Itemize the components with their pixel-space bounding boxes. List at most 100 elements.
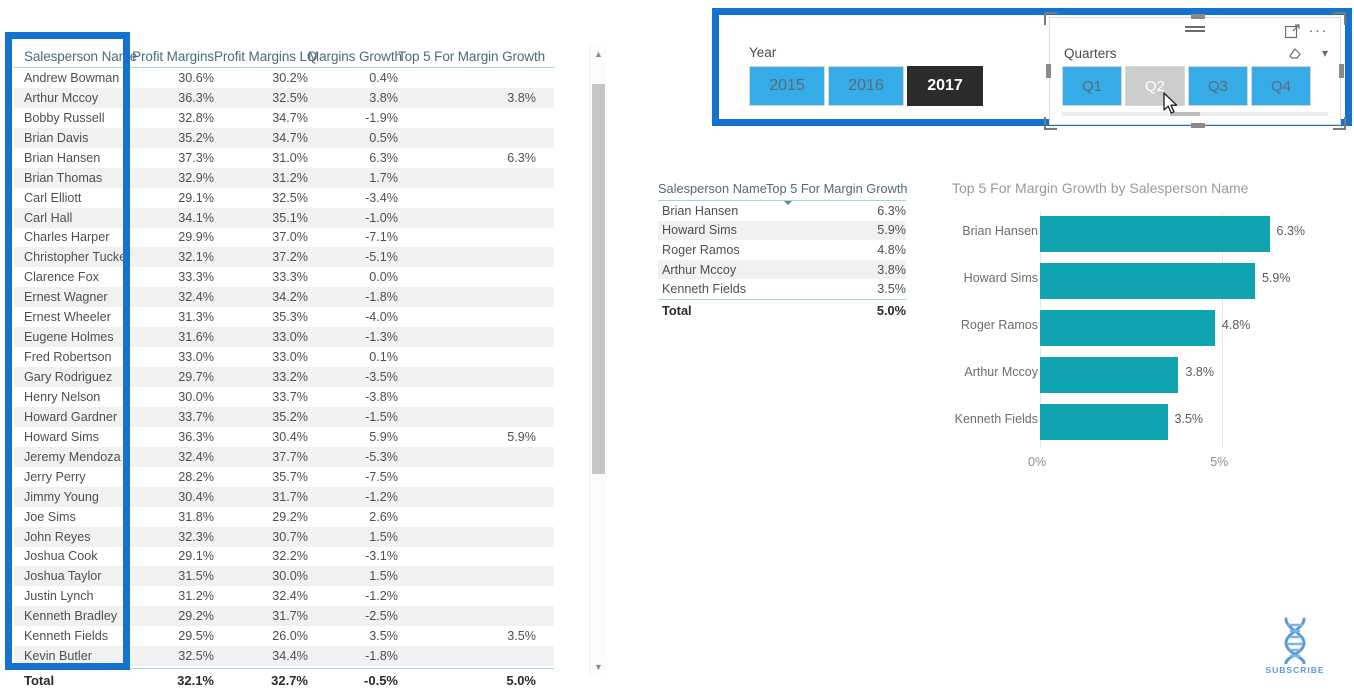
- table-row[interactable]: Brian Thomas 32.9% 31.2% 1.7%: [14, 167, 554, 188]
- top5-margin-growth-bar-chart[interactable]: Top 5 For Margin Growth by Salesperson N…: [940, 172, 1340, 482]
- chart-bar-row[interactable]: Arthur Mccoy 3.8%: [940, 353, 1340, 397]
- table-row[interactable]: Christopher Tucker 32.1% 37.2% -5.1%: [14, 247, 554, 268]
- table-row[interactable]: Carl Hall 34.1% 35.1% -1.0%: [14, 207, 554, 228]
- top5-column-header-value-label: Top 5 For Margin Growth: [766, 181, 908, 196]
- table-row[interactable]: Joe Sims 31.8% 29.2% 2.6%: [14, 507, 554, 527]
- top5-column-header-name[interactable]: Salesperson Name: [658, 181, 767, 196]
- chart-bar-row[interactable]: Roger Ramos 4.8%: [940, 306, 1340, 350]
- column-header-top5-margin-growth[interactable]: Top 5 For Margin Growth: [398, 49, 545, 64]
- chart-bar[interactable]: [1040, 357, 1179, 393]
- cell-profit-margins: 32.5%: [178, 649, 214, 664]
- top5-table-row[interactable]: Roger Ramos 4.8%: [658, 240, 906, 260]
- top5-table-row[interactable]: Howard Sims 5.9%: [658, 220, 906, 241]
- top5-column-header-value[interactable]: Top 5 For Margin Growth: [766, 181, 908, 205]
- profit-margins-table[interactable]: Salesperson Name Profit Margins Profit M…: [14, 34, 554, 696]
- cell-margins-growth: -1.5%: [365, 409, 398, 424]
- more-options-icon[interactable]: ···: [1309, 22, 1329, 39]
- cell-margins-growth: -3.8%: [365, 389, 398, 404]
- quarters-slicer-visual[interactable]: ··· Quarters ▾ Q1 Q2 Q3 Q4: [1044, 12, 1346, 130]
- table-row[interactable]: Henry Nelson 30.0% 33.7% -3.8%: [14, 387, 554, 407]
- resize-handle-bottom-right[interactable]: [1333, 117, 1346, 130]
- table-row[interactable]: Howard Sims 36.3% 30.4% 5.9% 5.9%: [14, 427, 554, 447]
- table-row[interactable]: Jerry Perry 28.2% 35.7% -7.5%: [14, 467, 554, 487]
- chart-bar-row[interactable]: Howard Sims 5.9%: [940, 259, 1340, 303]
- cell-margins-growth: -1.8%: [365, 290, 398, 305]
- table-row[interactable]: Joshua Cook 29.1% 32.2% -3.1%: [14, 547, 554, 567]
- chart-bar-row[interactable]: Kenneth Fields 3.5%: [940, 400, 1340, 444]
- table-row[interactable]: Joshua Taylor 31.5% 30.0% 1.5%: [14, 566, 554, 587]
- table-row[interactable]: Eugene Holmes 31.6% 33.0% -1.3%: [14, 327, 554, 348]
- quarter-option-q4[interactable]: Q4: [1251, 66, 1311, 106]
- table-row[interactable]: Arthur Mccoy 36.3% 32.5% 3.8% 3.8%: [14, 87, 554, 108]
- table-row[interactable]: Ernest Wagner 32.4% 34.2% -1.8%: [14, 287, 554, 308]
- chart-plot-area[interactable]: 0% 5% Brian Hansen 6.3% Howard Sims 5.9% Roger…: [940, 212, 1340, 469]
- table-row[interactable]: Clarence Fox 33.3% 33.3% 0.0%: [14, 267, 554, 287]
- table-row[interactable]: 31.2%30.3%0.9%: [14, 666, 554, 668]
- table-row[interactable]: Gary Rodriguez 29.7% 33.2% -3.5%: [14, 367, 554, 387]
- table-row[interactable]: Kenneth Fields 29.5% 26.0% 3.5% 3.5%: [14, 626, 554, 646]
- year-option-2016[interactable]: 2016: [828, 66, 904, 106]
- top5-table-row[interactable]: Brian Hansen 6.3%: [658, 201, 906, 221]
- table-row[interactable]: Howard Gardner 33.7% 35.2% -1.5%: [14, 406, 554, 427]
- resize-handle-top[interactable]: [1191, 14, 1205, 19]
- resize-handle-bottom-left[interactable]: [1044, 117, 1057, 130]
- scroll-down-icon[interactable]: ▼: [590, 658, 607, 675]
- table-row[interactable]: Andrew Bowman 30.6% 30.2% 0.4%: [14, 68, 554, 88]
- column-header-margins-growth[interactable]: Margins Growth: [308, 49, 402, 64]
- table-row[interactable]: Justin Lynch 31.2% 32.4% -1.2%: [14, 586, 554, 606]
- top5-table-body[interactable]: Brian Hansen 6.3% Howard Sims 5.9% Roger Ram…: [658, 201, 906, 299]
- column-header-profit-margins[interactable]: Profit Margins: [132, 49, 214, 64]
- table-row[interactable]: Fred Robertson 33.0% 33.0% 0.1%: [14, 347, 554, 367]
- table-row[interactable]: Kenneth Bradley 29.2% 31.7% -2.5%: [14, 606, 554, 627]
- top5-table-row[interactable]: Arthur Mccoy 3.8%: [658, 259, 906, 280]
- column-header-salesperson-name[interactable]: Salesperson Name: [14, 49, 137, 64]
- quarter-option-q3[interactable]: Q3: [1188, 66, 1248, 106]
- resize-handle-right[interactable]: [1339, 64, 1344, 78]
- drag-handle-icon[interactable]: [1185, 26, 1205, 33]
- table-row[interactable]: Brian Davis 35.2% 34.7% 0.5%: [14, 127, 554, 148]
- quarters-chip-row[interactable]: Q1 Q2 Q3 Q4: [1062, 66, 1311, 106]
- table-row[interactable]: Carl Elliott 29.1% 32.5% -3.4%: [14, 188, 554, 208]
- scrollbar-thumb[interactable]: [592, 84, 605, 474]
- year-option-2017[interactable]: 2017: [907, 66, 983, 106]
- cell-profit-margins: 29.1%: [178, 190, 214, 205]
- cell-top5-margin-growth: 3.8%: [507, 90, 536, 105]
- cell-profit-margins-lq: 32.4%: [272, 589, 308, 604]
- total-profit-margins: 32.1%: [177, 672, 214, 688]
- year-option-2015[interactable]: 2015: [749, 66, 825, 106]
- resize-handle-top-right[interactable]: [1333, 12, 1346, 25]
- top5-margin-growth-table[interactable]: Salesperson Name Top 5 For Margin Growth…: [658, 172, 908, 321]
- scrollbar-track[interactable]: [590, 62, 607, 658]
- chart-bar-row[interactable]: Brian Hansen 6.3%: [940, 212, 1340, 256]
- chart-bar[interactable]: [1040, 404, 1168, 440]
- quarters-horizontal-scrollbar[interactable]: [1062, 112, 1328, 116]
- chevron-down-icon[interactable]: ▾: [1322, 46, 1328, 60]
- cell-profit-margins: 32.9%: [178, 170, 214, 185]
- table-row[interactable]: Bobby Russell 32.8% 34.7% -1.9%: [14, 108, 554, 128]
- eraser-icon[interactable]: [1288, 46, 1302, 65]
- quarter-option-q1[interactable]: Q1: [1062, 66, 1122, 106]
- table-row[interactable]: Charles Harper 29.9% 37.0% -7.1%: [14, 228, 554, 248]
- table-row[interactable]: Jeremy Mendoza 32.4% 37.7% -5.3%: [14, 446, 554, 467]
- column-header-profit-margins-lq[interactable]: Profit Margins LQ: [214, 49, 317, 64]
- top5-table-row[interactable]: Kenneth Fields 3.5%: [658, 279, 906, 299]
- sort-descending-icon: [784, 201, 792, 205]
- scroll-up-icon[interactable]: ▲: [590, 45, 607, 62]
- table-scrollbar[interactable]: ▲ ▼: [589, 45, 607, 675]
- resize-handle-top-left[interactable]: [1044, 12, 1057, 25]
- resize-handle-bottom[interactable]: [1191, 123, 1205, 128]
- year-slicer[interactable]: Year 2015 2016 2017: [749, 45, 1039, 106]
- chart-bar[interactable]: [1040, 216, 1270, 252]
- chart-bar[interactable]: [1040, 263, 1255, 299]
- chart-bar[interactable]: [1040, 310, 1215, 346]
- table-row[interactable]: Kevin Butler 32.5% 34.4% -1.8%: [14, 646, 554, 667]
- cell-salesperson-name: Kenneth Bradley: [24, 609, 118, 624]
- table-row[interactable]: Brian Hansen 37.3% 31.0% 6.3% 6.3%: [14, 148, 554, 168]
- table-row[interactable]: John Reyes 32.3% 30.7% 1.5%: [14, 526, 554, 547]
- table-row[interactable]: Ernest Wheeler 31.3% 35.3% -4.0%: [14, 307, 554, 327]
- resize-handle-left[interactable]: [1046, 64, 1051, 78]
- table-body[interactable]: Andrew Bowman 30.6% 30.2% 0.4% Arthur Mccoy 3…: [14, 68, 554, 668]
- focus-mode-icon[interactable]: [1284, 24, 1300, 44]
- year-chip-row[interactable]: 2015 2016 2017: [749, 66, 1039, 106]
- table-row[interactable]: Jimmy Young 30.4% 31.7% -1.2%: [14, 486, 554, 507]
